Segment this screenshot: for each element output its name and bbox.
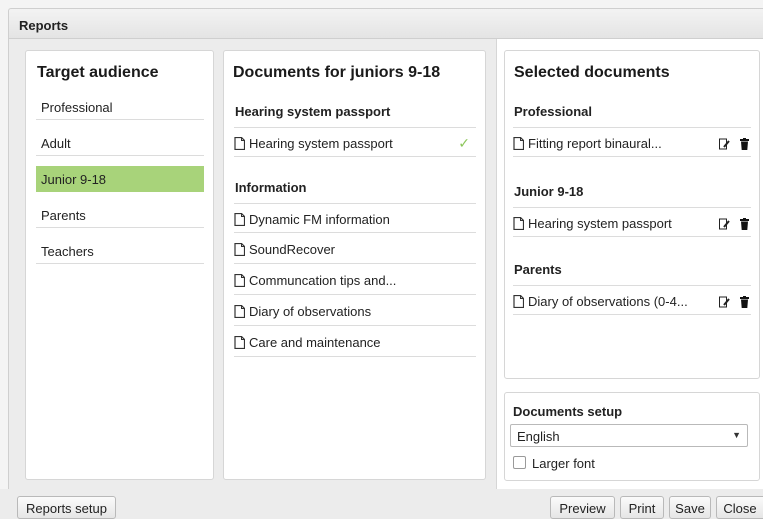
doc-item[interactable]: Communcation tips and...	[234, 265, 476, 295]
edit-icon[interactable]	[719, 138, 731, 153]
document-icon	[234, 335, 246, 352]
larger-font-label: Larger font	[532, 456, 595, 471]
language-value: English	[517, 429, 560, 444]
doc-item-label: Care and maintenance	[249, 335, 381, 350]
audience-item-adult[interactable]: Adult	[36, 130, 204, 156]
larger-font-checkbox[interactable]	[513, 456, 526, 469]
selected-doc-item[interactable]: Hearing system passport	[513, 207, 751, 237]
audience-item-professional[interactable]: Professional	[36, 94, 204, 120]
reports-setup-button[interactable]: Reports setup	[17, 496, 116, 519]
audience-item-label: Junior 9-18	[41, 172, 107, 187]
doc-item-label: Hearing system passport	[249, 136, 393, 151]
selected-group-label: Professional	[514, 104, 593, 119]
edit-icon[interactable]	[719, 218, 731, 233]
document-icon	[513, 216, 525, 233]
window-title: Reports	[8, 8, 763, 39]
trash-icon[interactable]	[740, 218, 749, 233]
selected-doc-label: Fitting report binaural...	[528, 136, 662, 151]
doc-item[interactable]: Diary of observations	[234, 296, 476, 326]
audience-item-label: Parents	[41, 208, 86, 223]
doc-item-label: Dynamic FM information	[249, 212, 390, 227]
audience-item-junior[interactable]: Junior 9-18	[36, 166, 204, 192]
doc-group-label: Hearing system passport	[235, 104, 391, 119]
doc-group-label: Information	[235, 180, 307, 195]
doc-item[interactable]: Hearing system passport ✓	[234, 127, 476, 157]
selected-doc-label: Diary of observations (0-4...	[528, 294, 688, 309]
document-icon	[234, 242, 246, 259]
audience-item-parents[interactable]: Parents	[36, 202, 204, 228]
selected-group-label: Parents	[514, 262, 562, 277]
selected-doc-label: Hearing system passport	[528, 216, 672, 231]
close-button[interactable]: Close	[716, 496, 763, 519]
doc-item-label: Communcation tips and...	[249, 273, 397, 288]
doc-item[interactable]: Care and maintenance	[234, 327, 476, 357]
preview-button[interactable]: Preview	[550, 496, 615, 519]
save-button[interactable]: Save	[669, 496, 711, 519]
chevron-down-icon: ▼	[732, 430, 741, 440]
selected-doc-item[interactable]: Diary of observations (0-4...	[513, 285, 751, 315]
target-audience-title: Target audience	[37, 64, 159, 81]
selected-documents-panel: Selected documents Professional Fitting …	[504, 50, 760, 379]
doc-item-label: Diary of observations	[249, 304, 372, 319]
trash-icon[interactable]	[740, 138, 749, 153]
language-select[interactable]: English ▼	[510, 424, 748, 447]
audience-item-label: Professional	[41, 100, 113, 115]
documents-title: Documents for juniors 9-18	[233, 64, 441, 81]
document-icon	[234, 304, 246, 321]
selected-group-label: Junior 9-18	[514, 184, 584, 199]
document-icon	[513, 136, 525, 153]
document-icon	[513, 294, 525, 311]
selected-doc-item[interactable]: Fitting report binaural...	[513, 127, 751, 157]
reports-dialog: Target audience Professional Adult Junio…	[8, 39, 763, 489]
audience-item-teachers[interactable]: Teachers	[36, 238, 204, 264]
document-icon	[234, 212, 246, 229]
document-icon	[234, 273, 246, 290]
doc-item[interactable]: SoundRecover	[234, 234, 476, 264]
target-audience-panel: Target audience Professional Adult Junio…	[25, 50, 214, 480]
audience-item-label: Adult	[41, 136, 71, 151]
doc-item[interactable]: Dynamic FM information	[234, 203, 476, 233]
document-icon	[234, 136, 246, 153]
doc-item-label: SoundRecover	[249, 242, 335, 257]
audience-item-label: Teachers	[41, 244, 94, 259]
edit-icon[interactable]	[719, 296, 731, 311]
check-icon: ✓	[458, 135, 470, 151]
print-button[interactable]: Print	[620, 496, 664, 519]
trash-icon[interactable]	[740, 296, 749, 311]
selected-documents-title: Selected documents	[514, 64, 670, 81]
documents-setup-title: Documents setup	[513, 404, 623, 419]
documents-panel: Documents for juniors 9-18 Hearing syste…	[223, 50, 486, 480]
